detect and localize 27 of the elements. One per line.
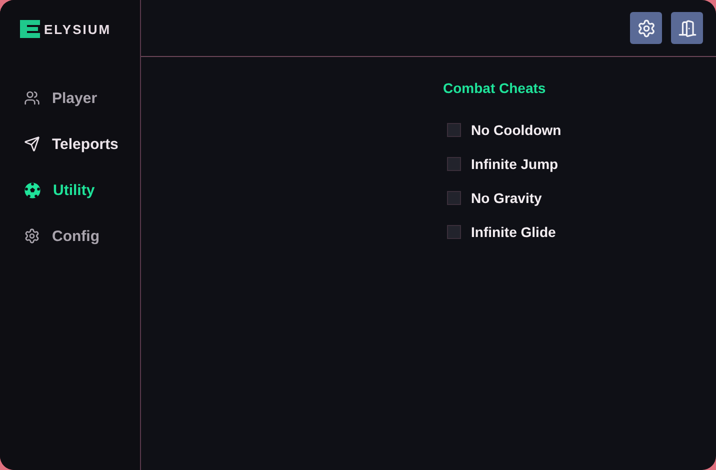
- checkbox[interactable]: [447, 123, 461, 137]
- checkbox[interactable]: [447, 191, 461, 205]
- logo-text: ELYSIUM: [44, 22, 112, 36]
- settings-button[interactable]: [630, 12, 662, 44]
- option-label: Infinite Glide: [471, 224, 556, 240]
- logo-icon: [20, 20, 40, 38]
- option-label: Infinite Jump: [471, 156, 558, 172]
- sidebar-item[interactable]: Utility: [24, 179, 140, 201]
- settings-icon: [636, 18, 656, 38]
- gear-icon: [24, 228, 40, 244]
- sidebar-item[interactable]: Teleports: [24, 133, 140, 155]
- sidebar-item[interactable]: Config: [24, 225, 140, 247]
- sidebar-item-label: Player: [52, 90, 98, 106]
- checkbox[interactable]: [447, 225, 461, 239]
- section-title: Combat Cheats: [443, 80, 547, 96]
- option-label: No Gravity: [471, 190, 542, 206]
- exit-button[interactable]: [671, 12, 703, 44]
- sidebar-item-label: Utility: [53, 182, 95, 198]
- sidebar-item-label: Config: [52, 228, 100, 244]
- sidebar-item[interactable]: Player: [24, 87, 140, 109]
- people-icon: [24, 90, 40, 106]
- checkbox[interactable]: [447, 157, 461, 171]
- sidebar-item-label: Teleports: [52, 136, 118, 152]
- paper-plane-icon: [24, 136, 40, 152]
- soccer-ball-icon: [24, 182, 41, 198]
- option-label: No Cooldown: [471, 122, 562, 138]
- door-icon: [678, 18, 696, 38]
